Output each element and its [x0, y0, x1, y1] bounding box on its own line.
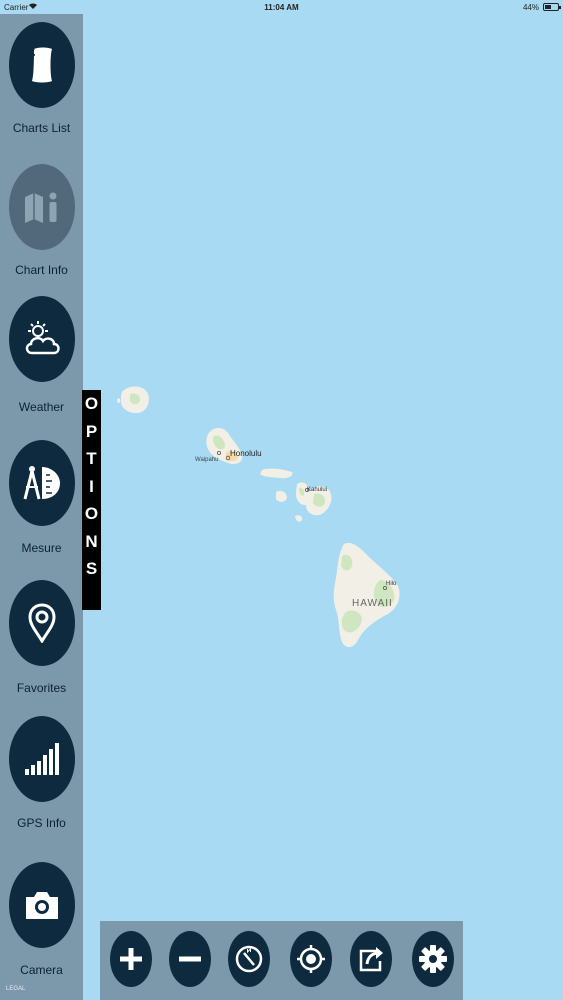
- hilo-label: Hilo: [386, 581, 397, 587]
- options-letter: I: [89, 476, 94, 496]
- favorites-button[interactable]: [9, 580, 75, 666]
- waipahu-label: Waipahu: [195, 457, 218, 463]
- camera-button[interactable]: [9, 862, 75, 948]
- sun-cloud-icon: [25, 321, 60, 355]
- minus-icon: [179, 956, 201, 962]
- options-letter: P: [85, 421, 98, 441]
- share-button[interactable]: [350, 931, 392, 987]
- compass-ruler-icon: [23, 466, 60, 500]
- options-letter: O: [84, 394, 99, 413]
- sidebar-item-favorites[interactable]: Favorites: [0, 574, 83, 704]
- sidebar-item-label: Favorites: [16, 681, 67, 695]
- plus-icon: [120, 948, 142, 970]
- gps-info-button[interactable]: [9, 716, 75, 802]
- status-time: 11:04 AM: [264, 3, 299, 12]
- kahului-label: Kahului: [307, 487, 327, 493]
- charts-list-button[interactable]: [9, 22, 75, 108]
- options-letter: N: [85, 531, 98, 551]
- hawaii-label: HAWAII: [352, 598, 393, 609]
- status-bar: Carrier 11:04 AM 44%: [0, 0, 563, 14]
- options-letter: O: [84, 504, 99, 523]
- settings-button[interactable]: [412, 931, 454, 987]
- honolulu-label: Honolulu: [230, 449, 262, 458]
- zoom-out-button[interactable]: [169, 931, 211, 987]
- battery-percent: 44%: [522, 3, 539, 12]
- sidebar-item-chart-info[interactable]: Chart Info: [0, 154, 83, 284]
- sidebar-item-gps-info[interactable]: GPS Info: [0, 714, 83, 844]
- sidebar-item-label: Charts List: [12, 121, 71, 135]
- compass-icon: [235, 945, 263, 973]
- options-letter: T: [86, 449, 97, 468]
- options-letter: S: [85, 559, 98, 578]
- battery-icon: [543, 3, 561, 11]
- scroll-icon: [31, 47, 52, 83]
- sidebar: Charts List Chart Info Weather Mesure Fa…: [0, 14, 83, 1000]
- compass-button[interactable]: [228, 931, 270, 987]
- camera-icon: [26, 892, 58, 919]
- location-pin-icon: [28, 603, 56, 643]
- options-tab[interactable]: O P T I O N S: [82, 390, 101, 610]
- map-toolbar: [100, 921, 463, 1000]
- map-info-icon: [25, 192, 57, 223]
- sidebar-item-label: Weather: [18, 400, 65, 414]
- chart-info-button[interactable]: [9, 164, 75, 250]
- sidebar-item-label: Camera: [20, 963, 63, 977]
- sidebar-item-camera[interactable]: Camera: [0, 854, 83, 994]
- sidebar-item-mesure[interactable]: Mesure: [0, 434, 83, 564]
- sidebar-item-label: Mesure: [21, 541, 62, 555]
- sidebar-item-label: Chart Info: [15, 263, 68, 277]
- signal-bars-icon: [25, 743, 59, 775]
- locate-button[interactable]: [290, 931, 332, 987]
- weather-button[interactable]: [9, 296, 75, 382]
- share-icon: [359, 947, 383, 972]
- sidebar-item-charts-list[interactable]: Charts List: [0, 14, 83, 144]
- zoom-in-button[interactable]: [110, 931, 152, 987]
- target-icon: [297, 945, 325, 973]
- sidebar-item-label: GPS Info: [17, 816, 66, 830]
- gear-icon: [419, 945, 447, 973]
- mesure-button[interactable]: [9, 440, 75, 526]
- sidebar-item-weather[interactable]: Weather: [0, 294, 83, 424]
- legal-label[interactable]: LEGAL: [6, 986, 25, 992]
